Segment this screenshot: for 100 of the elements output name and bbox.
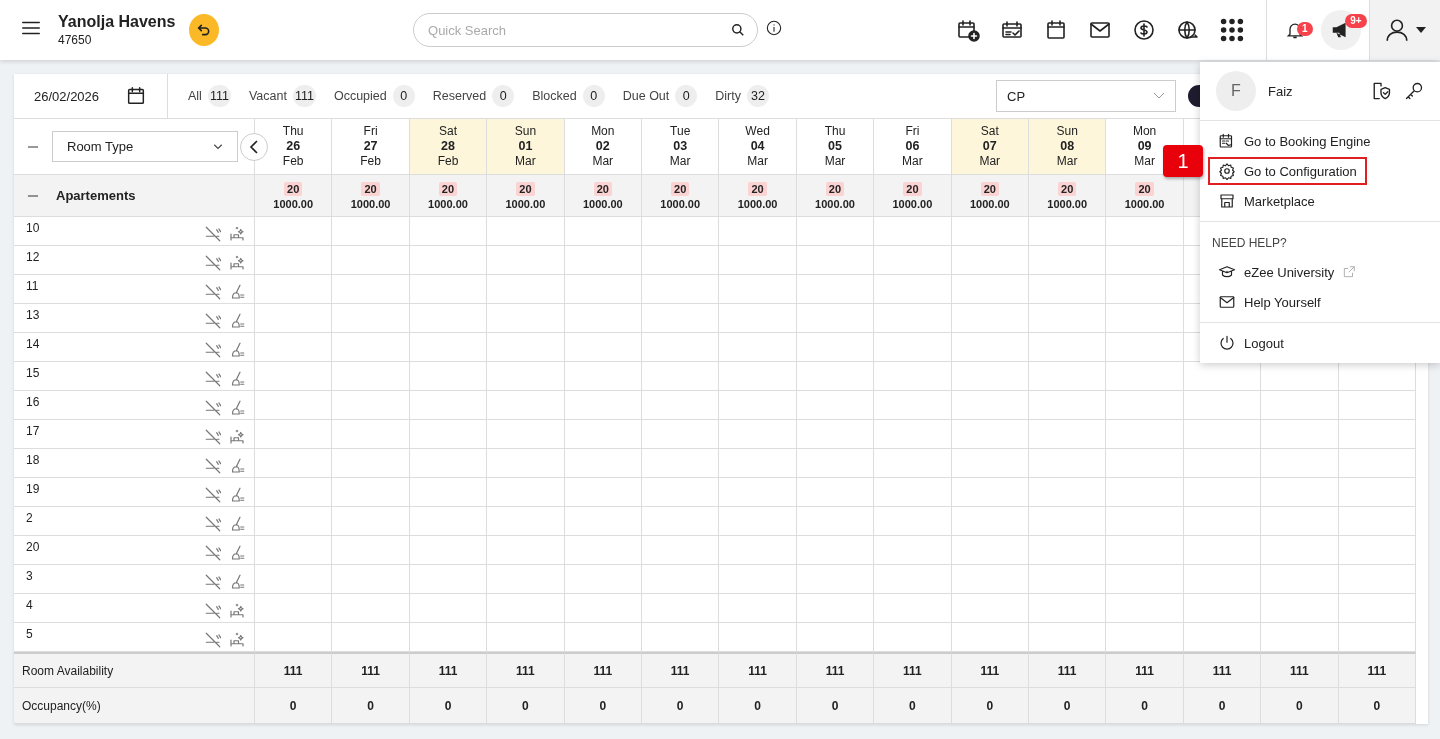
- globe-icon[interactable]: [1175, 18, 1200, 42]
- grid-cell[interactable]: [642, 362, 720, 391]
- grid-cell[interactable]: [564, 478, 642, 507]
- grid-cell[interactable]: [255, 420, 333, 449]
- grid-cell[interactable]: [1029, 565, 1107, 594]
- grid-cell[interactable]: [409, 507, 488, 536]
- grid-cell[interactable]: [951, 333, 1029, 362]
- grid-cell[interactable]: [487, 304, 565, 333]
- grid-cell[interactable]: [1261, 507, 1339, 536]
- grid-cell[interactable]: [1029, 391, 1107, 420]
- grid-cell[interactable]: [409, 333, 488, 362]
- grid-cell[interactable]: [874, 565, 952, 594]
- grid-cell[interactable]: [255, 362, 333, 391]
- grid-cell[interactable]: [1338, 478, 1416, 507]
- room-type-select[interactable]: Room Type: [52, 131, 238, 162]
- grid-cell[interactable]: [409, 420, 488, 449]
- grid-cell[interactable]: [796, 217, 875, 246]
- grid-cell[interactable]: [719, 449, 797, 478]
- grid-cell[interactable]: [564, 420, 642, 449]
- grid-cell[interactable]: [487, 275, 565, 304]
- grid-cell[interactable]: [1029, 594, 1107, 623]
- grid-cell[interactable]: [874, 304, 952, 333]
- apps-icon[interactable]: [1219, 18, 1244, 42]
- grid-cell[interactable]: [409, 275, 488, 304]
- grid-cell[interactable]: [332, 594, 410, 623]
- grid-cell[interactable]: [1183, 536, 1262, 565]
- grid-cell[interactable]: [564, 594, 642, 623]
- grid-cell[interactable]: [332, 333, 410, 362]
- grid-cell[interactable]: [255, 246, 333, 275]
- grid-cell[interactable]: [487, 507, 565, 536]
- grid-cell[interactable]: [951, 217, 1029, 246]
- grid-cell[interactable]: [1261, 594, 1339, 623]
- grid-cell[interactable]: [951, 420, 1029, 449]
- grid-cell[interactable]: [642, 333, 720, 362]
- grid-cell[interactable]: [255, 449, 333, 478]
- grid-cell[interactable]: [255, 478, 333, 507]
- grid-cell[interactable]: [255, 594, 333, 623]
- grid-cell[interactable]: [332, 449, 410, 478]
- grid-cell[interactable]: [1183, 449, 1262, 478]
- grid-cell[interactable]: [564, 565, 642, 594]
- grid-cell[interactable]: [487, 362, 565, 391]
- grid-cell[interactable]: [564, 275, 642, 304]
- grid-cell[interactable]: [874, 507, 952, 536]
- grid-cell[interactable]: [874, 536, 952, 565]
- grid-cell[interactable]: [1029, 507, 1107, 536]
- grid-cell[interactable]: [332, 565, 410, 594]
- grid-cell[interactable]: [719, 478, 797, 507]
- grid-cell[interactable]: [1106, 420, 1184, 449]
- grid-cell[interactable]: [487, 478, 565, 507]
- grid-cell[interactable]: [332, 275, 410, 304]
- grid-cell[interactable]: [1106, 594, 1184, 623]
- grid-cell[interactable]: [951, 362, 1029, 391]
- filter-tab[interactable]: Vacant 111: [248, 85, 316, 107]
- grid-cell[interactable]: [1183, 594, 1262, 623]
- grid-cell[interactable]: [487, 391, 565, 420]
- grid-cell[interactable]: [1338, 420, 1416, 449]
- grid-cell[interactable]: [1029, 217, 1107, 246]
- grid-cell[interactable]: [1261, 536, 1339, 565]
- grid-cell[interactable]: [874, 217, 952, 246]
- grid-cell[interactable]: [1029, 275, 1107, 304]
- grid-cell[interactable]: [642, 594, 720, 623]
- grid-cell[interactable]: [642, 420, 720, 449]
- grid-cell[interactable]: [564, 333, 642, 362]
- grid-cell[interactable]: [487, 594, 565, 623]
- grid-cell[interactable]: [719, 333, 797, 362]
- grid-cell[interactable]: [409, 391, 488, 420]
- grid-cell[interactable]: [1261, 478, 1339, 507]
- back-button[interactable]: [189, 14, 220, 46]
- grid-cell[interactable]: [1261, 449, 1339, 478]
- grid-cell[interactable]: [487, 217, 565, 246]
- grid-cell[interactable]: [1106, 449, 1184, 478]
- grid-cell[interactable]: [564, 536, 642, 565]
- grid-cell[interactable]: [796, 391, 875, 420]
- menu-item[interactable]: Go to Configuration: [1208, 157, 1367, 185]
- grid-cell[interactable]: [1261, 420, 1339, 449]
- calendar-icon[interactable]: [125, 85, 147, 107]
- grid-cell[interactable]: [1106, 333, 1184, 362]
- grid-cell[interactable]: [719, 217, 797, 246]
- grid-cell[interactable]: [564, 449, 642, 478]
- grid-cell[interactable]: [796, 275, 875, 304]
- grid-cell[interactable]: [409, 565, 488, 594]
- grid-cell[interactable]: [874, 420, 952, 449]
- grid-cell[interactable]: [1106, 304, 1184, 333]
- grid-cell[interactable]: [874, 362, 952, 391]
- grid-cell[interactable]: [332, 478, 410, 507]
- grid-cell[interactable]: [1338, 594, 1416, 623]
- grid-cell[interactable]: [332, 507, 410, 536]
- grid-cell[interactable]: [951, 507, 1029, 536]
- grid-cell[interactable]: [1261, 565, 1339, 594]
- grid-cell[interactable]: [1106, 391, 1184, 420]
- grid-cell[interactable]: [332, 304, 410, 333]
- grid-cell[interactable]: [951, 275, 1029, 304]
- grid-cell[interactable]: [951, 449, 1029, 478]
- grid-cell[interactable]: [1106, 362, 1184, 391]
- previous-button[interactable]: [240, 133, 268, 161]
- calendar-add-icon[interactable]: [955, 18, 980, 42]
- grid-cell[interactable]: [1338, 391, 1416, 420]
- rate-plan-select[interactable]: CP: [996, 80, 1176, 112]
- grid-cell[interactable]: [796, 304, 875, 333]
- grid-cell[interactable]: [1106, 536, 1184, 565]
